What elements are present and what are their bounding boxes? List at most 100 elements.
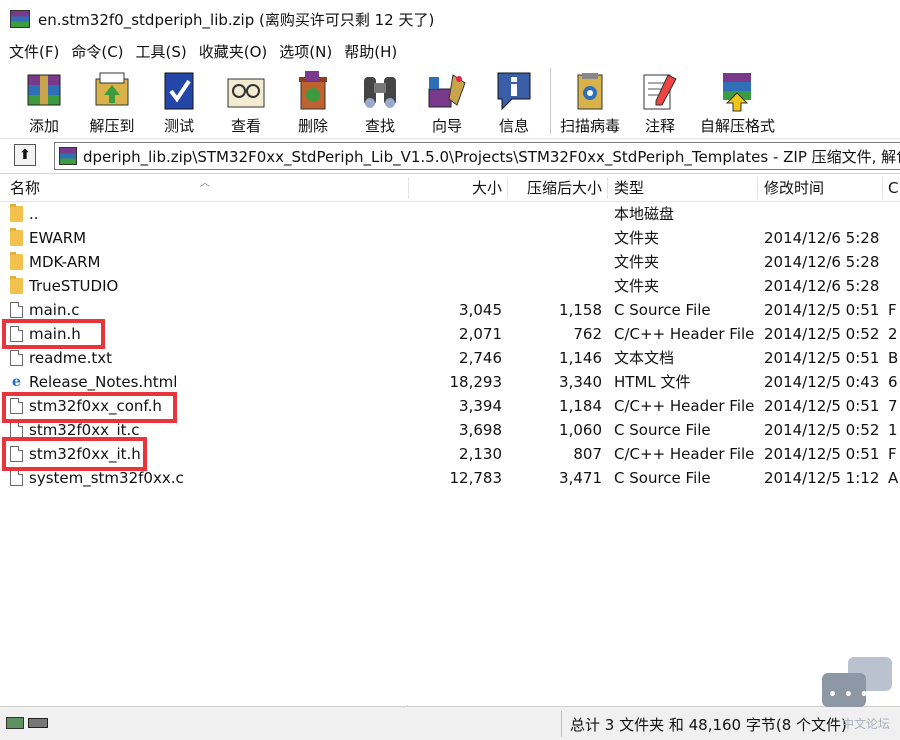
menu-help[interactable]: 帮助(H): [344, 41, 397, 62]
column-size[interactable]: 大小: [410, 175, 502, 201]
list-item-parent[interactable]: .. 本地磁盘: [0, 202, 900, 226]
column-modified[interactable]: 修改时间: [764, 175, 824, 201]
file-name: readme.txt: [29, 349, 113, 367]
menu-options[interactable]: 选项(N): [279, 41, 332, 62]
status-divider: [561, 711, 562, 737]
wizard-button[interactable]: 向导: [415, 64, 479, 136]
file-modified: 2014/12/5 0:51: [764, 445, 880, 463]
file-type: C Source File: [614, 301, 711, 319]
test-label: 测试: [163, 117, 194, 135]
file-crc: A: [888, 469, 899, 487]
file-type: C Source File: [614, 421, 711, 439]
file-size: 3,698: [459, 421, 502, 439]
sfx-button[interactable]: 自解压格式: [700, 64, 775, 136]
virus-scan-icon: [577, 73, 603, 110]
delete-button[interactable]: 删除: [281, 64, 345, 136]
file-crc: B: [888, 349, 899, 367]
file-modified: 2014/12/6 5:28: [764, 277, 880, 295]
extract-to-icon: [95, 72, 129, 106]
file-size: [410, 202, 502, 226]
comment-icon: [643, 74, 677, 110]
list-item-main-c[interactable]: main.c 3,045 1,158 C Source File 2014/12…: [0, 298, 900, 322]
list-item-ewarm[interactable]: EWARM 文件夹 2014/12/6 5:28: [0, 226, 900, 250]
folder-icon: [10, 228, 23, 246]
highlight-box: [2, 319, 105, 349]
test-icon: [164, 72, 194, 110]
drive-icon: [6, 717, 24, 729]
ellipsis-icon: • • •: [828, 687, 870, 703]
path-field[interactable]: dperiph_lib.zip\STM32F0xx_StdPeriph_Lib_…: [54, 142, 900, 170]
view-icon: [227, 78, 265, 108]
add-button[interactable]: 添加: [12, 64, 76, 136]
comment-button[interactable]: 注释: [628, 64, 692, 136]
file-type: 文本文档: [614, 349, 675, 367]
file-type: 文件夹: [614, 253, 660, 271]
sfx-icon: [723, 73, 751, 112]
virus-scan-button[interactable]: 扫描病毒: [558, 64, 622, 136]
file-icon: [10, 422, 23, 438]
view-button[interactable]: 查看: [214, 64, 278, 136]
test-button[interactable]: 测试: [147, 64, 211, 136]
file-icon: [10, 470, 23, 486]
up-folder-button[interactable]: ⬆: [14, 144, 36, 166]
column-name[interactable]: 名称: [10, 175, 40, 201]
file-crc: [888, 274, 900, 298]
file-modified: 2014/12/5 0:52: [764, 325, 880, 343]
file-crc: 7: [888, 397, 898, 415]
menu-commands[interactable]: 命令(C): [71, 41, 123, 62]
status-bar: 总计 3 文件夹 和 48,160 字节(8 个文件): [0, 706, 900, 740]
list-item-truestudio[interactable]: TrueSTUDIO 文件夹 2014/12/6 5:28: [0, 274, 900, 298]
column-crc[interactable]: C: [888, 175, 898, 201]
column-divider[interactable]: [882, 177, 883, 199]
file-crc: [888, 250, 900, 274]
list-item-release-notes[interactable]: e Release_Notes.html 18,293 3,340 HTML 文…: [0, 370, 900, 394]
virus-scan-label: 扫描病毒: [559, 117, 620, 135]
file-packed-size: [510, 250, 602, 274]
menu-tools[interactable]: 工具(S): [136, 41, 187, 62]
file-crc: 1: [888, 421, 898, 439]
file-modified: 2014/12/5 0:51: [764, 349, 880, 367]
file-type: 文件夹: [614, 229, 660, 247]
list-item-main-h[interactable]: main.h 2,071 762 C/C++ Header File 2014/…: [0, 322, 900, 346]
column-divider[interactable]: [408, 177, 409, 199]
column-packed[interactable]: 压缩后大小: [510, 175, 602, 201]
find-button[interactable]: 查找: [348, 64, 412, 136]
file-modified: 2014/12/5 0:51: [764, 397, 880, 415]
folder-icon: [10, 276, 23, 294]
file-size: [410, 226, 502, 250]
address-bar: ⬆ dperiph_lib.zip\STM32F0xx_StdPeriph_Li…: [0, 139, 900, 174]
file-packed-size: 1,060: [559, 421, 602, 439]
extract-to-button[interactable]: 解压到: [80, 64, 144, 136]
column-divider[interactable]: [507, 177, 508, 199]
file-packed-size: 807: [573, 445, 602, 463]
delete-label: 删除: [297, 117, 328, 135]
view-label: 查看: [230, 117, 261, 135]
column-type[interactable]: 类型: [614, 175, 644, 201]
folder-icon: [10, 204, 23, 222]
file-packed-size: 1,146: [559, 349, 602, 367]
menu-favorites[interactable]: 收藏夹(O): [199, 41, 268, 62]
info-button[interactable]: 信息: [482, 64, 546, 136]
column-divider[interactable]: [607, 177, 608, 199]
file-crc: F: [888, 301, 897, 319]
list-item-mdk-arm[interactable]: MDK-ARM 文件夹 2014/12/6 5:28: [0, 250, 900, 274]
add-label: 添加: [28, 117, 59, 135]
file-type: 文件夹: [614, 277, 660, 295]
file-size: 3,045: [459, 301, 502, 319]
file-size: 3,394: [459, 397, 502, 415]
menu-file[interactable]: 文件(F): [9, 41, 59, 62]
file-crc: [888, 202, 900, 226]
list-item-readme[interactable]: readme.txt 2,746 1,146 文本文档 2014/12/5 0:…: [0, 346, 900, 370]
column-divider[interactable]: [757, 177, 758, 199]
comment-label: 注释: [644, 117, 675, 135]
file-packed-size: 3,340: [559, 373, 602, 391]
file-modified: 2014/12/5 1:12: [764, 469, 880, 487]
title-bar: en.stm32f0_stdperiph_lib.zip (离购买许可只剩 12…: [0, 0, 900, 38]
file-icon: [10, 302, 23, 318]
file-name: TrueSTUDIO: [29, 277, 119, 295]
wizard-icon: [428, 74, 466, 108]
file-type: C/C++ Header File: [614, 445, 754, 463]
highlight-box: [2, 392, 177, 423]
file-packed-size: 762: [573, 325, 602, 343]
file-size: [410, 250, 502, 274]
